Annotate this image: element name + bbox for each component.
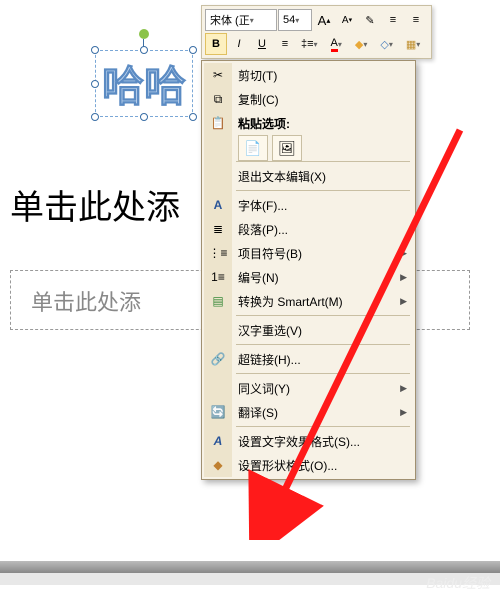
paste-picture-button[interactable]: 🖼 bbox=[272, 135, 302, 161]
submenu-arrow-icon: ▶ bbox=[400, 296, 407, 307]
menu-synonyms[interactable]: 同义词(Y) ▶ bbox=[204, 376, 413, 400]
watermark: Baidu经验 bbox=[426, 573, 490, 593]
menu-label: 同义词(Y) bbox=[238, 380, 290, 397]
resize-handle[interactable] bbox=[189, 46, 197, 54]
resize-handle[interactable] bbox=[140, 46, 148, 54]
scissors-icon: ✂ bbox=[210, 67, 226, 83]
shrink-font-button[interactable]: A▾ bbox=[336, 9, 358, 31]
menu-numbering[interactable]: 1≡ 编号(N) ▶ bbox=[204, 265, 413, 289]
hyperlink-icon: 🔗 bbox=[210, 351, 226, 367]
menu-label: 项目符号(B) bbox=[238, 245, 302, 262]
resize-handle[interactable] bbox=[91, 46, 99, 54]
menu-label: 超链接(H)... bbox=[238, 351, 301, 368]
menu-paste-options: 📋 粘贴选项: 📄 🖼 bbox=[204, 111, 413, 159]
resize-handle[interactable] bbox=[91, 80, 99, 88]
menu-label: 段落(P)... bbox=[238, 221, 288, 238]
menu-text-effects-format[interactable]: A 设置文字效果格式(S)... bbox=[204, 429, 413, 453]
align-button[interactable]: ≡ bbox=[274, 33, 296, 55]
menu-separator bbox=[236, 315, 410, 316]
menu-separator bbox=[236, 426, 410, 427]
increase-indent-button[interactable]: ≡ bbox=[405, 9, 427, 31]
format-painter-button[interactable]: ✎ bbox=[359, 9, 381, 31]
menu-convert-smartart[interactable]: ▤ 转换为 SmartArt(M) ▶ bbox=[204, 289, 413, 313]
paste-keep-formatting-button[interactable]: 📄 bbox=[238, 135, 268, 161]
font-size-value: 54 bbox=[283, 14, 295, 26]
menu-label: 汉字重选(V) bbox=[238, 322, 302, 339]
menu-label: 字体(F)... bbox=[238, 197, 287, 214]
resize-handle[interactable] bbox=[91, 113, 99, 121]
resize-handle[interactable] bbox=[189, 113, 197, 121]
submenu-arrow-icon: ▶ bbox=[400, 272, 407, 283]
title-placeholder[interactable]: 单击此处添 bbox=[10, 180, 180, 229]
bullets-icon: ⋮≡ bbox=[210, 245, 226, 261]
shape-format-icon: ◆ bbox=[210, 457, 226, 473]
menu-label: 复制(C) bbox=[238, 91, 279, 108]
menu-label: 退出文本编辑(X) bbox=[238, 168, 326, 185]
menu-label: 设置文字效果格式(S)... bbox=[238, 433, 360, 450]
font-icon: A bbox=[210, 197, 226, 213]
grow-font-button[interactable]: A▴ bbox=[313, 9, 335, 31]
menu-label: 翻译(S) bbox=[238, 404, 278, 421]
shape-fill-button[interactable]: ◆▾ bbox=[351, 33, 375, 55]
mini-toolbar: 宋体 (正▾ 54▾ A▴ A▾ ✎ ≡ ≡ B I U ≡ ‡≡▾ A▾ ◆▾… bbox=[201, 5, 432, 59]
context-menu: ✂ 剪切(T) ⧉ 复制(C) 📋 粘贴选项: 📄 🖼 退出文本编辑(X) A … bbox=[201, 60, 416, 480]
font-size-combo[interactable]: 54▾ bbox=[278, 9, 312, 31]
smartart-icon: ▤ bbox=[210, 293, 226, 309]
font-color-button[interactable]: A▾ bbox=[327, 33, 350, 55]
submenu-arrow-icon: ▶ bbox=[400, 407, 407, 418]
menu-copy[interactable]: ⧉ 复制(C) bbox=[204, 87, 413, 111]
slide-divider bbox=[0, 561, 500, 573]
menu-label: 粘贴选项: bbox=[238, 115, 290, 132]
rotation-handle[interactable] bbox=[139, 29, 149, 39]
italic-button[interactable]: I bbox=[228, 33, 250, 55]
menu-hyperlink[interactable]: 🔗 超链接(H)... bbox=[204, 347, 413, 371]
resize-handle[interactable] bbox=[140, 113, 148, 121]
bold-button[interactable]: B bbox=[205, 33, 227, 55]
line-spacing-button[interactable]: ‡≡▾ bbox=[297, 33, 326, 55]
decrease-indent-button[interactable]: ≡ bbox=[382, 9, 404, 31]
shape-outline-button[interactable]: ◇▾ bbox=[376, 33, 400, 55]
menu-separator bbox=[236, 373, 410, 374]
menu-label: 转换为 SmartArt(M) bbox=[238, 293, 343, 310]
menu-chinese-reselect[interactable]: 汉字重选(V) bbox=[204, 318, 413, 342]
menu-font[interactable]: A 字体(F)... bbox=[204, 193, 413, 217]
menu-label: 剪切(T) bbox=[238, 67, 277, 84]
menu-bullets[interactable]: ⋮≡ 项目符号(B) ▶ bbox=[204, 241, 413, 265]
menu-separator bbox=[236, 344, 410, 345]
submenu-arrow-icon: ▶ bbox=[400, 248, 407, 259]
paragraph-icon: ≣ bbox=[210, 221, 226, 237]
menu-separator bbox=[236, 190, 410, 191]
wordart-text[interactable]: 哈哈 bbox=[96, 51, 192, 116]
translate-icon: 🔄 bbox=[210, 404, 226, 420]
font-name-combo[interactable]: 宋体 (正▾ bbox=[205, 9, 277, 31]
slide-divider bbox=[0, 573, 500, 585]
wordart-text-box[interactable]: 哈哈 bbox=[95, 50, 193, 117]
menu-label: 设置形状格式(O)... bbox=[238, 457, 337, 474]
menu-shape-format[interactable]: ◆ 设置形状格式(O)... bbox=[204, 453, 413, 477]
menu-separator bbox=[236, 161, 410, 162]
menu-paragraph[interactable]: ≣ 段落(P)... bbox=[204, 217, 413, 241]
copy-icon: ⧉ bbox=[210, 91, 226, 107]
menu-cut[interactable]: ✂ 剪切(T) bbox=[204, 63, 413, 87]
numbering-icon: 1≡ bbox=[210, 269, 226, 285]
font-name-value: 宋体 (正 bbox=[210, 12, 250, 28]
text-effects-icon: A bbox=[210, 433, 226, 449]
submenu-arrow-icon: ▶ bbox=[400, 383, 407, 394]
menu-exit-text-edit[interactable]: 退出文本编辑(X) bbox=[204, 164, 413, 188]
menu-label: 编号(N) bbox=[238, 269, 279, 286]
menu-translate[interactable]: 🔄 翻译(S) ▶ bbox=[204, 400, 413, 424]
arrange-button[interactable]: ▦▾ bbox=[402, 33, 428, 55]
clipboard-icon: 📋 bbox=[210, 115, 226, 131]
underline-button[interactable]: U bbox=[251, 33, 273, 55]
